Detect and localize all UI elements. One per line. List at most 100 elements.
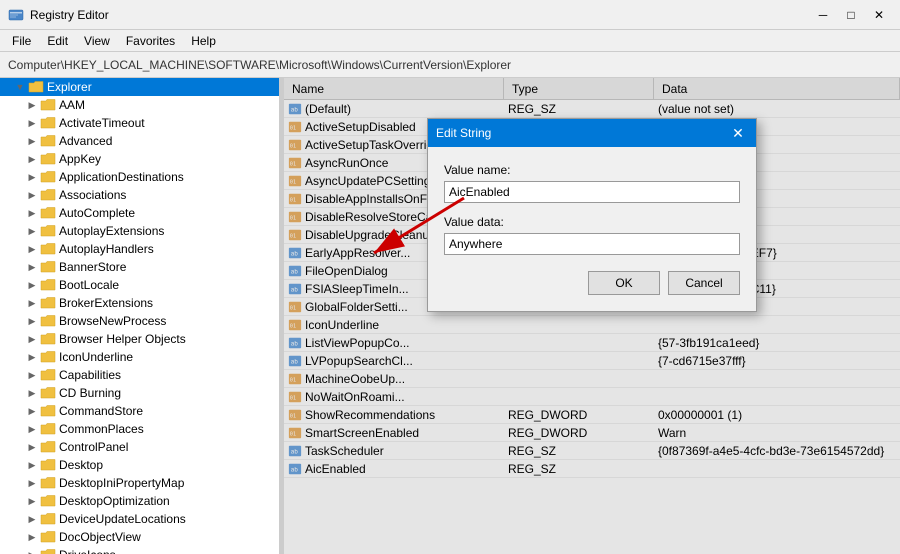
menu-item-help[interactable]: Help [183, 32, 224, 50]
tree-item-label: BrokerExtensions [59, 296, 153, 310]
window-controls: ─ □ ✕ [810, 4, 892, 26]
folder-icon [40, 439, 56, 455]
folder-icon [40, 457, 56, 473]
tree-item-label: AutoComplete [59, 206, 135, 220]
ok-button[interactable]: OK [588, 271, 660, 295]
tree-item[interactable]: ▶AutoplayHandlers [0, 240, 279, 258]
folder-icon [40, 421, 56, 437]
tree-item[interactable]: ▶ ActivateTimeout [0, 114, 279, 132]
cancel-button[interactable]: Cancel [668, 271, 740, 295]
folder-icon [40, 295, 56, 311]
tree-item[interactable]: ▶Associations [0, 186, 279, 204]
tree-expand-icon: ▶ [24, 475, 40, 491]
tree-item-label: DesktopIniPropertyMap [59, 476, 184, 490]
folder-icon [40, 259, 56, 275]
tree-expand-icon: ▶ [24, 331, 40, 347]
tree-item[interactable]: ▶DeviceUpdateLocations [0, 510, 279, 528]
tree-item-label: ActivateTimeout [59, 116, 145, 130]
value-name-label: Value name: [444, 163, 740, 177]
tree-item[interactable]: ▶ DesktopIniPropertyMap [0, 474, 279, 492]
tree-item[interactable]: ▶BootLocale [0, 276, 279, 294]
tree-item[interactable]: ▶ BannerStore [0, 258, 279, 276]
tree-item[interactable]: ▶ Browser Helper Objects [0, 330, 279, 348]
tree-item-label: Browser Helper Objects [59, 332, 186, 346]
value-name-input[interactable] [444, 181, 740, 203]
value-data-field: Value data: [444, 215, 740, 255]
app-title: Registry Editor [30, 8, 109, 22]
folder-icon [40, 403, 56, 419]
tree-item[interactable]: ▶CD Burning [0, 384, 279, 402]
folder-icon [40, 169, 56, 185]
value-name-field: Value name: [444, 163, 740, 203]
right-panel: Name Type Data ab(Default)REG_SZ(value n… [284, 78, 900, 554]
folder-icon [40, 97, 56, 113]
tree-item[interactable]: ▶ DesktopOptimization [0, 492, 279, 510]
folder-icon [40, 277, 56, 293]
tree-expand-icon: ▶ [24, 277, 40, 293]
tree-expand-icon: ▶ [24, 169, 40, 185]
address-bar: Computer\HKEY_LOCAL_MACHINE\SOFTWARE\Mic… [0, 52, 900, 78]
tree-expand-icon: ▶ [24, 511, 40, 527]
modal-overlay: Edit String ✕ Value name: Value data: OK… [284, 78, 900, 554]
tree-expand-icon: ▶ [24, 133, 40, 149]
tree-item[interactable]: ▶CommonPlaces [0, 420, 279, 438]
menu-bar: FileEditViewFavoritesHelp [0, 30, 900, 52]
tree-expand-icon: ▶ [24, 115, 40, 131]
tree-item[interactable]: ▶ IconUnderline [0, 348, 279, 366]
tree-item[interactable]: ▶ AutoComplete [0, 204, 279, 222]
folder-icon [40, 493, 56, 509]
folder-icon [40, 133, 56, 149]
dialog-body: Value name: Value data: OK Cancel [428, 147, 756, 311]
tree-item-label: AutoplayHandlers [59, 242, 154, 256]
tree-item-label: Explorer [47, 80, 92, 94]
tree-item[interactable]: ▶BrowseNewProcess [0, 312, 279, 330]
tree-expand-icon: ▶ [24, 205, 40, 221]
tree-item[interactable]: ▶AutoplayExtensions [0, 222, 279, 240]
tree-item-label: DesktopOptimization [59, 494, 170, 508]
tree-item[interactable]: ▶CommandStore [0, 402, 279, 420]
menu-item-edit[interactable]: Edit [39, 32, 76, 50]
folder-icon [40, 187, 56, 203]
tree-expand-icon: ▶ [24, 259, 40, 275]
tree-expand-icon: ▶ [24, 313, 40, 329]
tree-item[interactable]: ▶ApplicationDestinations [0, 168, 279, 186]
tree-item[interactable]: ▶DriveIcons [0, 546, 279, 554]
tree-item-label: CD Burning [59, 386, 121, 400]
tree-expand-icon: ▶ [24, 493, 40, 509]
tree-panel[interactable]: ▼Explorer▶AAM▶ActivateTimeout▶Advanced▶A… [0, 78, 280, 554]
tree-item[interactable]: ▶Desktop [0, 456, 279, 474]
tree-item[interactable]: ▶BrokerExtensions [0, 294, 279, 312]
menu-item-view[interactable]: View [76, 32, 118, 50]
value-data-input[interactable] [444, 233, 740, 255]
tree-expand-icon: ▶ [24, 187, 40, 203]
dialog-title-bar: Edit String ✕ [428, 119, 756, 147]
tree-item-label: BannerStore [59, 260, 126, 274]
folder-icon [40, 349, 56, 365]
tree-item[interactable]: ▶ControlPanel [0, 438, 279, 456]
folder-icon [40, 331, 56, 347]
maximize-button[interactable]: □ [838, 4, 864, 26]
tree-expand-icon: ▶ [24, 349, 40, 365]
tree-expand-icon: ▶ [24, 403, 40, 419]
tree-item[interactable]: ▼Explorer [0, 78, 279, 96]
tree-expand-icon: ▶ [24, 439, 40, 455]
close-button[interactable]: ✕ [866, 4, 892, 26]
edit-string-dialog: Edit String ✕ Value name: Value data: OK… [427, 118, 757, 312]
tree-item-label: DocObjectView [59, 530, 141, 544]
menu-item-file[interactable]: File [4, 32, 39, 50]
minimize-button[interactable]: ─ [810, 4, 836, 26]
tree-item[interactable]: ▶DocObjectView [0, 528, 279, 546]
folder-icon [40, 241, 56, 257]
tree-item-label: IconUnderline [59, 350, 133, 364]
value-data-label: Value data: [444, 215, 740, 229]
tree-expand-icon: ▶ [24, 367, 40, 383]
tree-item[interactable]: ▶Capabilities [0, 366, 279, 384]
tree-item[interactable]: ▶AppKey [0, 150, 279, 168]
menu-item-favorites[interactable]: Favorites [118, 32, 183, 50]
tree-item-label: Advanced [59, 134, 112, 148]
tree-expand-icon: ▶ [24, 151, 40, 167]
tree-item[interactable]: ▶AAM [0, 96, 279, 114]
dialog-close-button[interactable]: ✕ [728, 123, 748, 143]
dialog-buttons: OK Cancel [444, 271, 740, 295]
tree-item[interactable]: ▶ Advanced [0, 132, 279, 150]
